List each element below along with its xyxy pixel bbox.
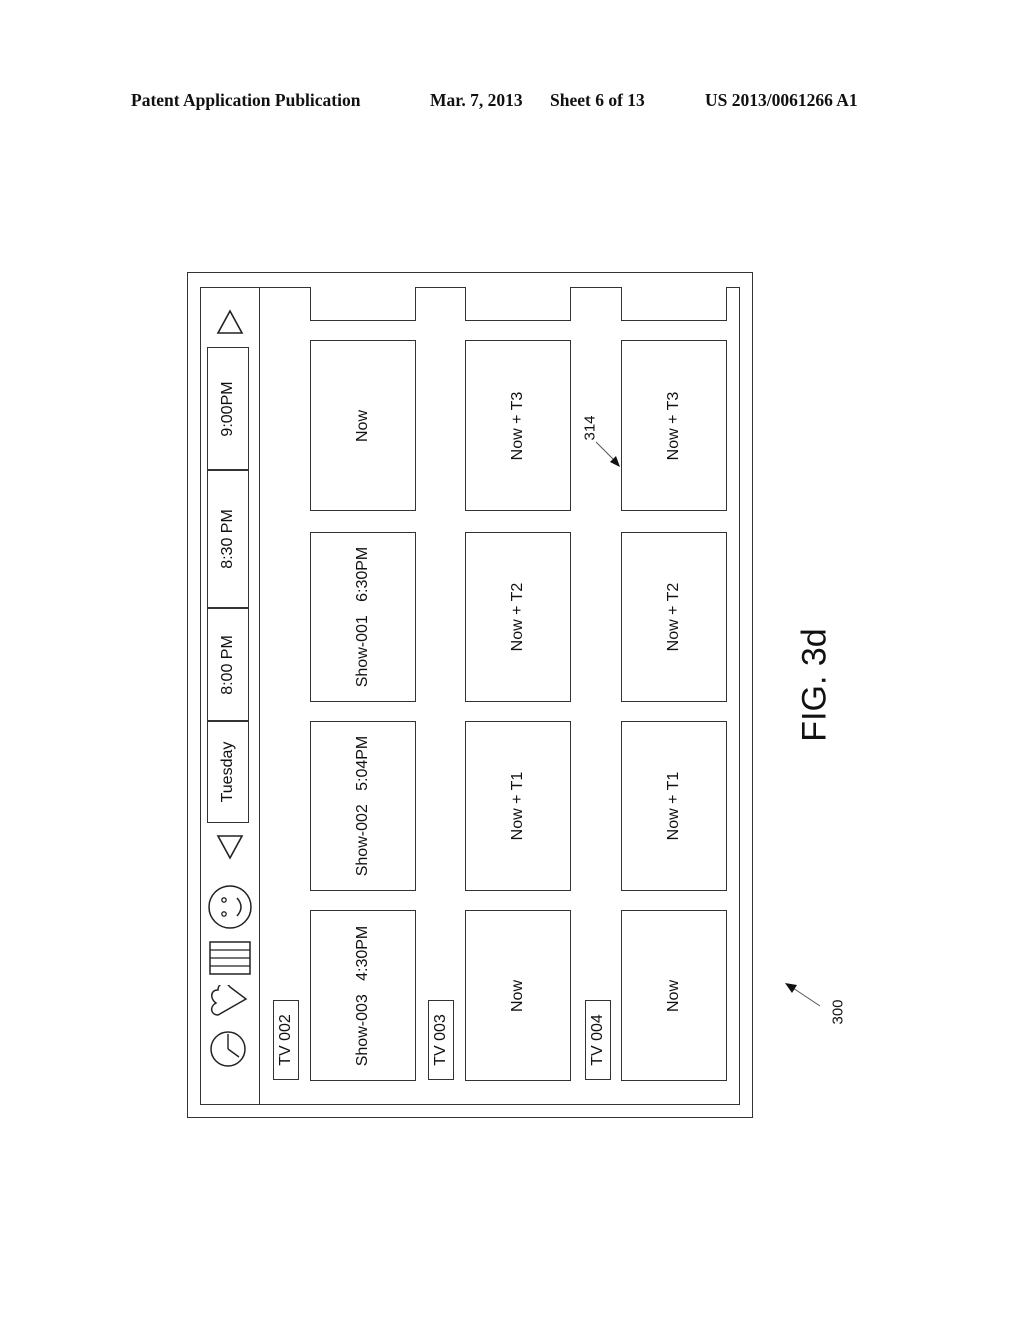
arrow-icon [595,441,620,467]
channel-name: TV 004 [589,1014,606,1066]
program-title: Now + T2 [509,582,526,652]
time-slot-900[interactable]: 9:00PM [207,347,249,470]
day-selector[interactable]: Tuesday [207,721,249,823]
program-title: Now + T1 [665,771,682,841]
program-cell[interactable]: Now [310,340,416,511]
publication-type: Patent Application Publication [131,90,361,110]
sheet-number: Sheet 6 of 13 [550,90,645,110]
program-title: Now [509,979,526,1012]
program-title: Show-001 6:30PM [354,546,371,688]
day-label: Tuesday [219,741,236,803]
time-slot-830[interactable]: 8:30 PM [207,470,249,608]
time-slot-label: 9:00PM [219,380,236,437]
program-cell[interactable]: Now + T3 [465,340,571,511]
triangle-left-icon[interactable] [216,834,244,860]
channel-label[interactable]: TV 004 [585,1000,611,1080]
heart-icon[interactable] [210,985,248,1021]
program-cell[interactable]: Now + T1 [465,721,571,891]
program-title: Show-002 5:04PM [354,735,371,877]
publication-date: Mar. 7, 2013 [430,90,523,110]
channel-name: TV 002 [277,1014,294,1066]
program-cell[interactable]: Show-001 6:30PM [310,532,416,702]
time-slot-label: 8:30 PM [219,509,236,569]
program-cell[interactable]: Now [621,910,727,1081]
arrow-icon [785,983,821,1007]
toolbar-divider [259,287,260,1105]
program-cell[interactable]: Now + T2 [465,532,571,702]
program-cell[interactable]: Now + T1 [621,721,727,891]
clock-icon[interactable] [209,1030,247,1068]
program-cell[interactable]: Now + T2 [621,532,727,702]
smiley-icon[interactable] [207,884,253,930]
program-cell-selected[interactable]: Now + T3 [621,340,727,511]
program-cell-partial[interactable] [310,287,416,321]
program-cell-partial[interactable] [465,287,571,321]
program-title: Now [354,409,371,442]
program-title: Now + T3 [509,391,526,460]
program-title: Show-003 4:30PM [354,925,371,1066]
program-title: Now + T2 [665,582,682,652]
time-slot-800[interactable]: 8:00 PM [207,608,249,721]
time-slot-label: 8:00 PM [219,634,236,695]
reference-numeral-314: 314 [581,415,599,441]
program-cell[interactable]: Show-002 5:04PM [310,721,416,891]
program-cell-partial[interactable] [621,287,727,321]
patent-number: US 2013/0061266 A1 [705,90,858,110]
figure-label: FIG. 3d [795,628,834,742]
channel-label[interactable]: TV 002 [273,1000,299,1080]
program-title: Now + T1 [509,771,526,841]
program-title: Now [665,979,682,1012]
channel-label[interactable]: TV 003 [428,1000,454,1080]
channel-name: TV 003 [432,1014,449,1066]
grid-icon[interactable] [209,941,251,975]
program-cell[interactable]: Show-003 4:30PM [310,910,416,1081]
program-title: Now + T3 [665,391,682,460]
reference-numeral-300: 300 [829,999,847,1025]
triangle-right-icon[interactable] [216,309,244,335]
program-cell[interactable]: Now [465,910,571,1081]
